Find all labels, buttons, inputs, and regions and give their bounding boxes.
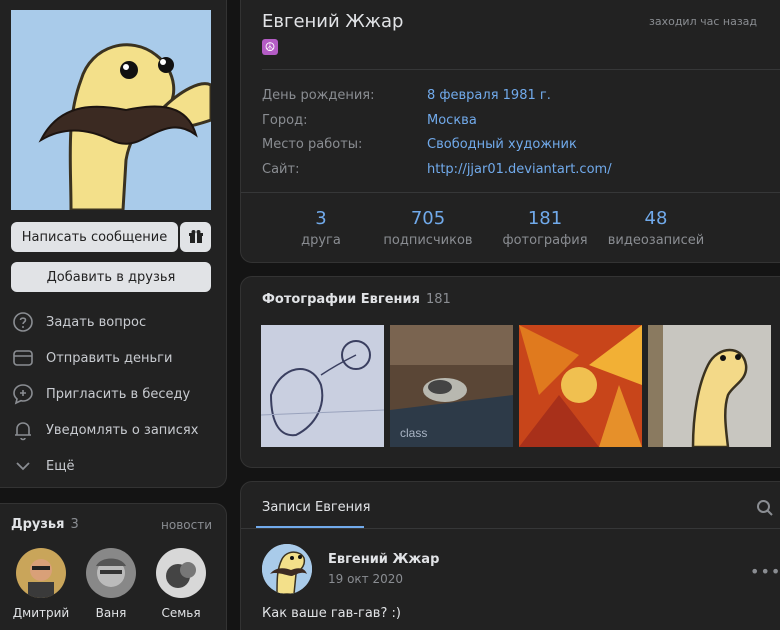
profile-name: Евгений Жжар <box>262 11 404 32</box>
svg-text:class: class <box>400 426 427 440</box>
friend-name: Дмитрий <box>12 606 70 620</box>
photos-card: Фотографии Евгения 181 class <box>240 276 780 468</box>
photo-thumbnail[interactable] <box>648 325 771 447</box>
info-value-link[interactable]: http://jjar01.deviantart.com/ <box>427 162 612 177</box>
profile-sidebar-card: Написать сообщение Добавить в друзья Зад… <box>0 0 227 488</box>
info-key: День рождения: <box>262 88 375 103</box>
post-date[interactable]: 19 окт 2020 <box>328 572 403 586</box>
photos-title[interactable]: Фотографии Евгения 181 <box>262 292 451 307</box>
send-money-action[interactable]: Отправить деньги <box>12 346 172 370</box>
info-value-link[interactable]: Свободный художник <box>427 137 577 152</box>
send-message-button[interactable]: Написать сообщение <box>11 222 178 252</box>
friends-count: 3 <box>70 517 79 532</box>
divider <box>241 192 780 193</box>
info-key: Город: <box>262 113 308 128</box>
friend-item[interactable]: Ваня <box>78 548 144 620</box>
info-value-link[interactable]: Москва <box>427 113 477 128</box>
stat-followers[interactable]: 705 подписчиков <box>378 208 478 248</box>
post-author-avatar[interactable] <box>262 544 312 594</box>
friend-avatar <box>16 548 66 598</box>
photos-count: 181 <box>425 292 451 307</box>
friend-avatar <box>156 548 206 598</box>
add-friend-button[interactable]: Добавить в друзья <box>11 262 211 292</box>
tab-posts[interactable]: Записи Евгения <box>262 500 370 515</box>
stat-videos[interactable]: 48 видеозаписей <box>606 208 706 248</box>
friend-item[interactable]: Семья <box>148 548 214 620</box>
friends-title[interactable]: Друзья 3 <box>11 517 79 532</box>
photo-thumbnail[interactable] <box>519 325 642 447</box>
info-key: Сайт: <box>262 162 300 177</box>
action-label: Ещё <box>46 458 75 474</box>
divider <box>262 69 780 70</box>
friends-card: Друзья 3 новости Дмитрий Ваня Семья <box>0 503 227 630</box>
action-label: Уведомлять о записях <box>46 422 199 438</box>
photo-thumbnail[interactable] <box>261 325 384 447</box>
photo-thumbnail[interactable]: class <box>390 325 513 447</box>
gift-icon <box>188 230 203 243</box>
divider <box>241 528 780 529</box>
post-author-name[interactable]: Евгений Жжар <box>328 552 439 567</box>
gift-button[interactable] <box>180 222 211 252</box>
friends-news-link[interactable]: новости <box>161 518 212 532</box>
friend-avatar <box>86 548 136 598</box>
stat-friends[interactable]: 3 друга <box>291 208 351 248</box>
notify-posts-action[interactable]: Уведомлять о записях <box>12 418 198 442</box>
chevron-down-icon <box>16 462 30 471</box>
more-action[interactable]: Ещё <box>12 454 74 478</box>
profile-info-card: Евгений Жжар ☮ заходил час назад День ро… <box>240 0 780 263</box>
friend-name: Семья <box>161 606 201 620</box>
invite-to-chat-action[interactable]: Пригласить в беседу <box>12 382 190 406</box>
info-value-link[interactable]: 8 февраля 1981 г. <box>427 88 551 103</box>
question-icon <box>13 312 33 332</box>
profile-avatar[interactable] <box>11 10 211 210</box>
ask-question-action[interactable]: Задать вопрос <box>12 310 146 334</box>
wallet-icon <box>13 350 33 366</box>
friend-name: Ваня <box>95 606 127 620</box>
action-label: Отправить деньги <box>46 350 173 366</box>
last-seen-status: заходил час назад <box>649 15 758 28</box>
chat-add-icon <box>13 384 33 405</box>
post-text: Как ваше гав-гав? :) <box>262 606 401 621</box>
friend-item[interactable]: Дмитрий <box>8 548 74 620</box>
action-label: Задать вопрос <box>46 314 147 330</box>
bell-icon <box>15 422 31 441</box>
post-more-button[interactable]: ••• <box>750 562 780 581</box>
posts-card: Записи Евгения Евгений Жжар 19 окт 2020 … <box>240 481 780 630</box>
info-key: Место работы: <box>262 137 363 152</box>
search-icon[interactable] <box>756 499 774 517</box>
status-emoji[interactable]: ☮ <box>262 39 278 55</box>
action-label: Пригласить в беседу <box>46 386 191 402</box>
stat-photos[interactable]: 181 фотография <box>495 208 595 248</box>
